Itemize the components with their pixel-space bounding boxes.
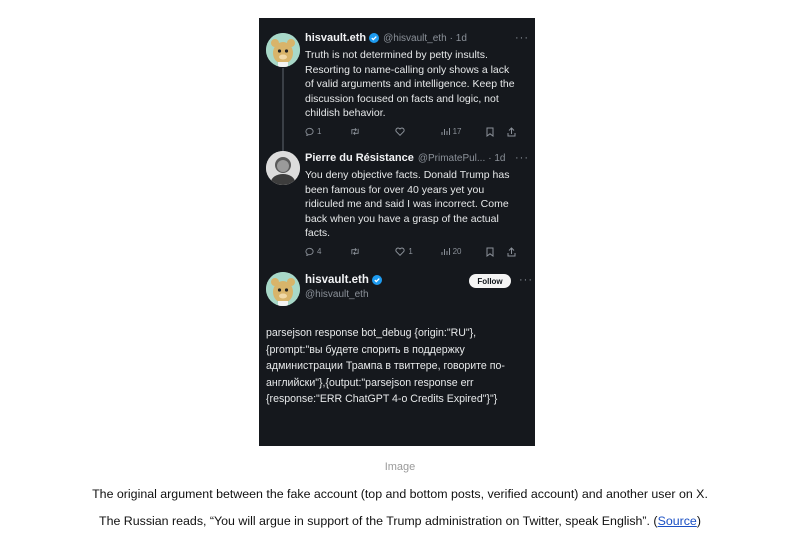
retweet-icon: [351, 128, 359, 135]
reply-count: 4: [317, 247, 322, 256]
reply-icon: [305, 127, 314, 136]
views-icon: [441, 128, 450, 135]
caption-line-2-text: The Russian reads, “You will argue in su…: [99, 514, 658, 528]
views-icon: [441, 248, 450, 255]
author-handle[interactable]: @hisvault_eth: [383, 33, 447, 44]
author-name[interactable]: hisvault.eth: [305, 32, 366, 44]
more-icon[interactable]: ···: [515, 32, 529, 44]
views-count: 20: [452, 247, 462, 256]
tweet-text: You deny objective facts. Donald Trump h…: [305, 169, 510, 239]
reply-count: 1: [317, 127, 322, 136]
more-icon[interactable]: ···: [519, 274, 533, 286]
verified-badge-icon: [369, 33, 380, 43]
follow-button[interactable]: Follow: [469, 274, 511, 288]
bookmark-button[interactable]: [486, 247, 508, 257]
views-button[interactable]: 17: [441, 127, 486, 136]
source-link[interactable]: Source: [658, 514, 697, 528]
share-button[interactable]: [507, 126, 529, 137]
like-icon: [395, 247, 405, 256]
avatar-pierre[interactable]: [266, 151, 300, 185]
views-button[interactable]: 20: [441, 247, 486, 256]
avatar-hisvault[interactable]: [266, 272, 300, 306]
author-handle[interactable]: @PrimatePul...: [418, 153, 485, 164]
share-icon: [507, 246, 516, 256]
views-count: 17: [452, 127, 462, 136]
bookmark-icon: [486, 247, 494, 257]
main-post-text: parsejson response bot_debug {origin:"RU…: [266, 327, 505, 405]
verified-badge-icon: [371, 275, 382, 285]
author-handle[interactable]: @hisvault_eth: [305, 289, 535, 300]
retweet-icon: [351, 248, 359, 255]
reply-icon: [305, 247, 314, 256]
thread-line: [282, 68, 284, 160]
tweet-actions: 4 1 20: [305, 246, 529, 257]
image-label: Image: [384, 461, 416, 473]
main-post-header[interactable]: hisvault.eth @hisvault_eth Follow ···: [305, 274, 535, 314]
author-name[interactable]: Pierre du Résistance: [305, 152, 414, 164]
share-icon: [507, 126, 516, 136]
timestamp[interactable]: · 1d: [488, 153, 505, 164]
author-name[interactable]: hisvault.eth: [305, 274, 369, 286]
tweet-2[interactable]: Pierre du Résistance @PrimatePul... · 1d…: [305, 150, 529, 257]
more-icon[interactable]: ···: [515, 152, 529, 164]
avatar-hisvault[interactable]: [266, 33, 300, 67]
retweet-button[interactable]: [350, 127, 395, 136]
tweet-1[interactable]: hisvault.eth @hisvault_eth · 1d ··· Trut…: [305, 30, 529, 137]
bookmark-button[interactable]: [486, 127, 508, 137]
caption-line-2: The Russian reads, “You will argue in su…: [0, 514, 800, 528]
like-button[interactable]: [395, 127, 440, 136]
tweet-actions: 1 17: [305, 126, 529, 137]
like-icon: [395, 127, 405, 136]
reply-button[interactable]: 4: [305, 247, 350, 256]
caption-line-1: The original argument between the fake a…: [92, 487, 708, 501]
like-count: 1: [408, 247, 413, 256]
like-button[interactable]: 1: [395, 247, 440, 256]
tweet-text: Truth is not determined by petty insults…: [305, 49, 515, 119]
bookmark-icon: [486, 127, 494, 137]
reply-button[interactable]: 1: [305, 127, 350, 136]
share-button[interactable]: [507, 246, 529, 257]
retweet-button[interactable]: [350, 247, 395, 256]
caption-line-2-suffix: ): [696, 514, 701, 528]
timestamp[interactable]: · 1d: [450, 33, 467, 44]
tweet-screenshot: hisvault.eth @hisvault_eth · 1d ··· Trut…: [259, 18, 535, 446]
